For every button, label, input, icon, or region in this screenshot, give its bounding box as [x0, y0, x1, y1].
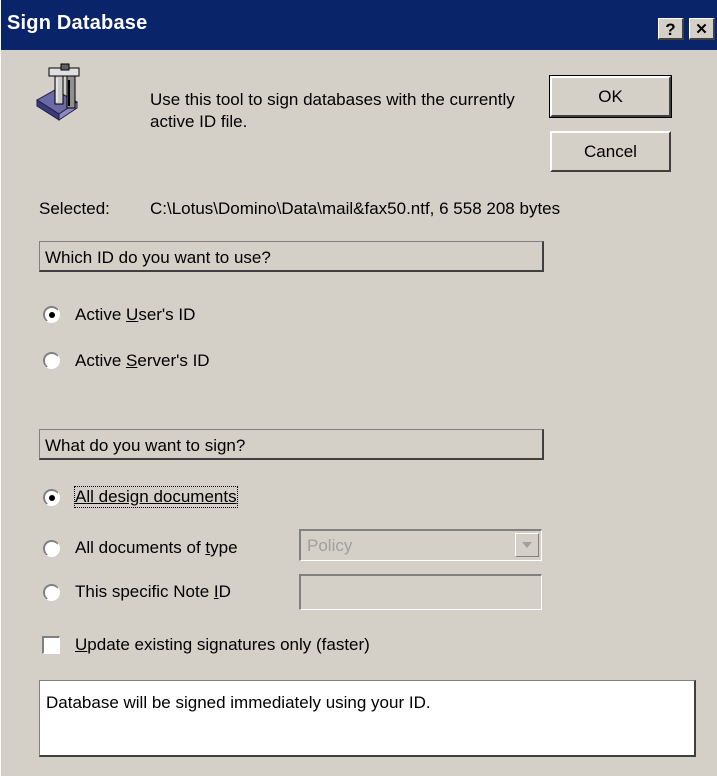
all-design-documents-label[interactable]: All design documents — [74, 486, 238, 508]
id-section-header: Which ID do you want to use? — [39, 241, 544, 272]
selected-label: Selected: — [39, 199, 110, 218]
active-server-id-label[interactable]: Active Server's ID — [75, 351, 210, 371]
document-type-dropdown[interactable]: Policy — [299, 529, 542, 561]
active-server-id-radio[interactable] — [43, 352, 60, 369]
sign-database-dialog: Sign Database ? ✕ Use this tool to sign … — [0, 0, 717, 776]
ok-button[interactable]: OK — [549, 75, 672, 118]
access-key: U — [126, 305, 139, 324]
label-part: This specific Note — [75, 582, 214, 601]
label-part: ype — [210, 538, 238, 557]
access-key: A — [75, 487, 87, 506]
access-key: U — [75, 635, 88, 654]
label-part: D — [218, 582, 231, 601]
status-message-box: Database will be signed immediately usin… — [39, 680, 696, 757]
all-documents-of-type-radio[interactable] — [43, 540, 60, 557]
label-part: All documents of — [75, 538, 206, 557]
update-signatures-checkbox[interactable] — [42, 636, 60, 654]
label-part: ser's ID — [138, 305, 196, 324]
label-part: erver's ID — [137, 351, 210, 370]
help-button[interactable]: ? — [658, 18, 684, 40]
access-key: S — [126, 351, 138, 370]
window-title: Sign Database — [7, 12, 148, 34]
label-part: Active — [75, 351, 127, 370]
intro-text: Use this tool to sign databases with the… — [150, 90, 515, 131]
status-message: Database will be signed immediately usin… — [46, 693, 431, 712]
cancel-button[interactable]: Cancel — [550, 131, 671, 172]
active-user-id-radio[interactable] — [43, 306, 60, 323]
all-design-documents-radio[interactable] — [43, 489, 60, 506]
note-id-field[interactable] — [299, 574, 542, 610]
close-button[interactable]: ✕ — [689, 18, 715, 40]
specific-note-id-label[interactable]: This specific Note ID — [75, 582, 231, 602]
label-part: Active — [75, 305, 127, 324]
chevron-down-icon[interactable] — [515, 533, 539, 557]
specific-note-id-radio[interactable] — [43, 584, 60, 601]
title-bar[interactable]: Sign Database ? ✕ — [1, 0, 717, 50]
label-part: ll design documents — [86, 487, 237, 506]
document-type-value: Policy — [307, 536, 353, 555]
selected-path: C:\Lotus\Domino\Data\mail&fax50.ntf, 6 5… — [150, 199, 561, 218]
active-user-id-label[interactable]: Active User's ID — [75, 305, 195, 325]
label-part: pdate existing signatures only (faster) — [87, 635, 370, 654]
sign-section-header: What do you want to sign? — [39, 429, 544, 460]
all-documents-of-type-label[interactable]: All documents of type — [75, 538, 238, 558]
update-signatures-label[interactable]: Update existing signatures only (faster) — [75, 635, 370, 655]
signing-tool-icon — [33, 62, 91, 124]
